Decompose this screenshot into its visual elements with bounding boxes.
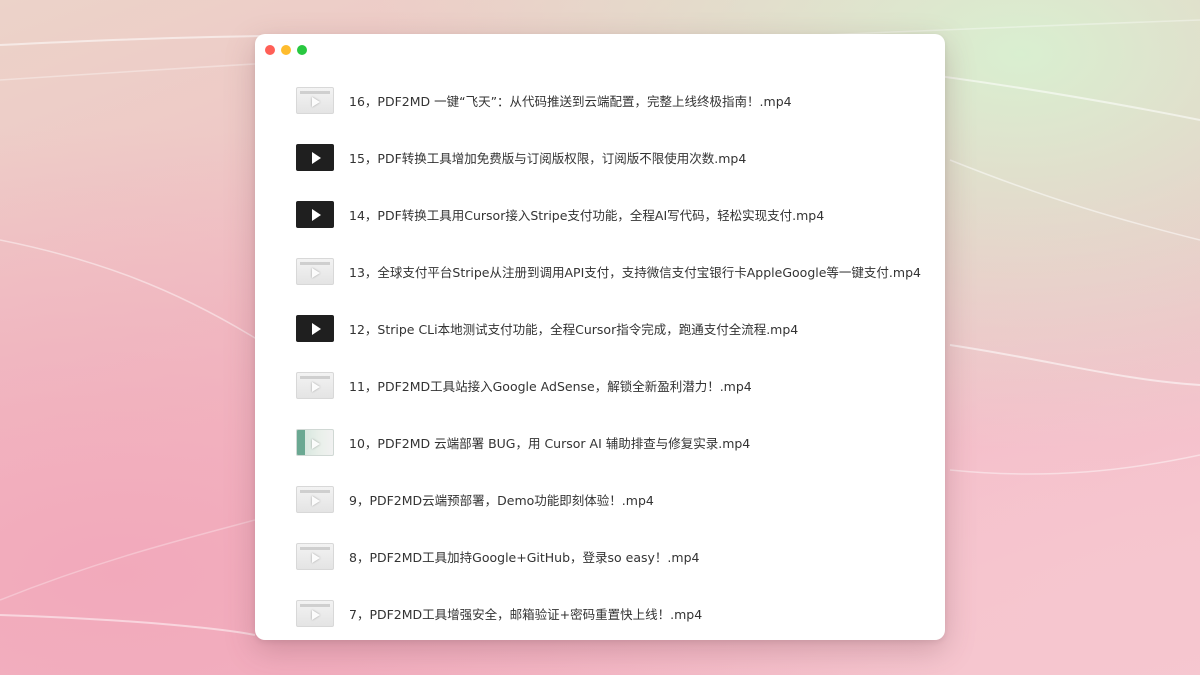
video-thumbnail [296,600,334,627]
file-name: 11，PDF2MD工具站接入Google AdSense，解锁全新盈利潜力！.m… [349,379,752,394]
play-icon [312,610,320,620]
play-icon [312,152,321,164]
file-list: 16，PDF2MD 一键“飞天”：从代码推送到云端配置，完整上线终极指南！.mp… [255,72,945,640]
file-item[interactable]: 8，PDF2MD工具加持Google+GitHub，登录so easy！.mp4 [255,528,945,585]
file-item[interactable]: 15，PDF转换工具增加免费版与订阅版权限，订阅版不限使用次数.mp4 [255,129,945,186]
window-titlebar[interactable] [255,34,945,66]
file-item[interactable]: 9，PDF2MD云端预部署，Demo功能即刻体验！.mp4 [255,471,945,528]
play-icon [312,439,320,449]
play-icon [312,209,321,221]
play-icon [312,496,320,506]
file-name: 8，PDF2MD工具加持Google+GitHub，登录so easy！.mp4 [349,550,700,565]
video-thumbnail [296,87,334,114]
file-name: 7，PDF2MD工具增强安全，邮箱验证+密码重置快上线！.mp4 [349,607,703,622]
minimize-window-button[interactable] [281,45,291,55]
play-icon [312,323,321,335]
video-thumbnail [296,372,334,399]
play-icon [312,382,320,392]
video-thumbnail [296,543,334,570]
file-item[interactable]: 10，PDF2MD 云端部署 BUG，用 Cursor AI 辅助排查与修复实录… [255,414,945,471]
file-name: 9，PDF2MD云端预部署，Demo功能即刻体验！.mp4 [349,493,654,508]
play-icon [312,268,320,278]
video-thumbnail [296,429,334,456]
file-item[interactable]: 13，全球支付平台Stripe从注册到调用API支付，支持微信支付宝银行卡App… [255,243,945,300]
file-name: 12，Stripe CLi本地测试支付功能，全程Cursor指令完成，跑通支付全… [349,322,799,337]
file-name: 14，PDF转换工具用Cursor接入Stripe支付功能，全程AI写代码，轻松… [349,208,825,223]
file-name: 15，PDF转换工具增加免费版与订阅版权限，订阅版不限使用次数.mp4 [349,151,747,166]
file-name: 16，PDF2MD 一键“飞天”：从代码推送到云端配置，完整上线终极指南！.mp… [349,94,792,109]
file-item[interactable]: 11，PDF2MD工具站接入Google AdSense，解锁全新盈利潜力！.m… [255,357,945,414]
file-name: 13，全球支付平台Stripe从注册到调用API支付，支持微信支付宝银行卡App… [349,265,921,280]
file-item[interactable]: 16，PDF2MD 一键“飞天”：从代码推送到云端配置，完整上线终极指南！.mp… [255,72,945,129]
video-thumbnail [296,486,334,513]
video-thumbnail [296,315,334,342]
close-window-button[interactable] [265,45,275,55]
play-icon [312,553,320,563]
file-name: 10，PDF2MD 云端部署 BUG，用 Cursor AI 辅助排查与修复实录… [349,436,751,451]
video-thumbnail [296,201,334,228]
file-item[interactable]: 7，PDF2MD工具增强安全，邮箱验证+密码重置快上线！.mp4 [255,585,945,640]
zoom-window-button[interactable] [297,45,307,55]
file-item[interactable]: 12，Stripe CLi本地测试支付功能，全程Cursor指令完成，跑通支付全… [255,300,945,357]
video-thumbnail [296,258,334,285]
file-browser-window: 16，PDF2MD 一键“飞天”：从代码推送到云端配置，完整上线终极指南！.mp… [255,34,945,640]
file-item[interactable]: 14，PDF转换工具用Cursor接入Stripe支付功能，全程AI写代码，轻松… [255,186,945,243]
video-thumbnail [296,144,334,171]
play-icon [312,97,320,107]
